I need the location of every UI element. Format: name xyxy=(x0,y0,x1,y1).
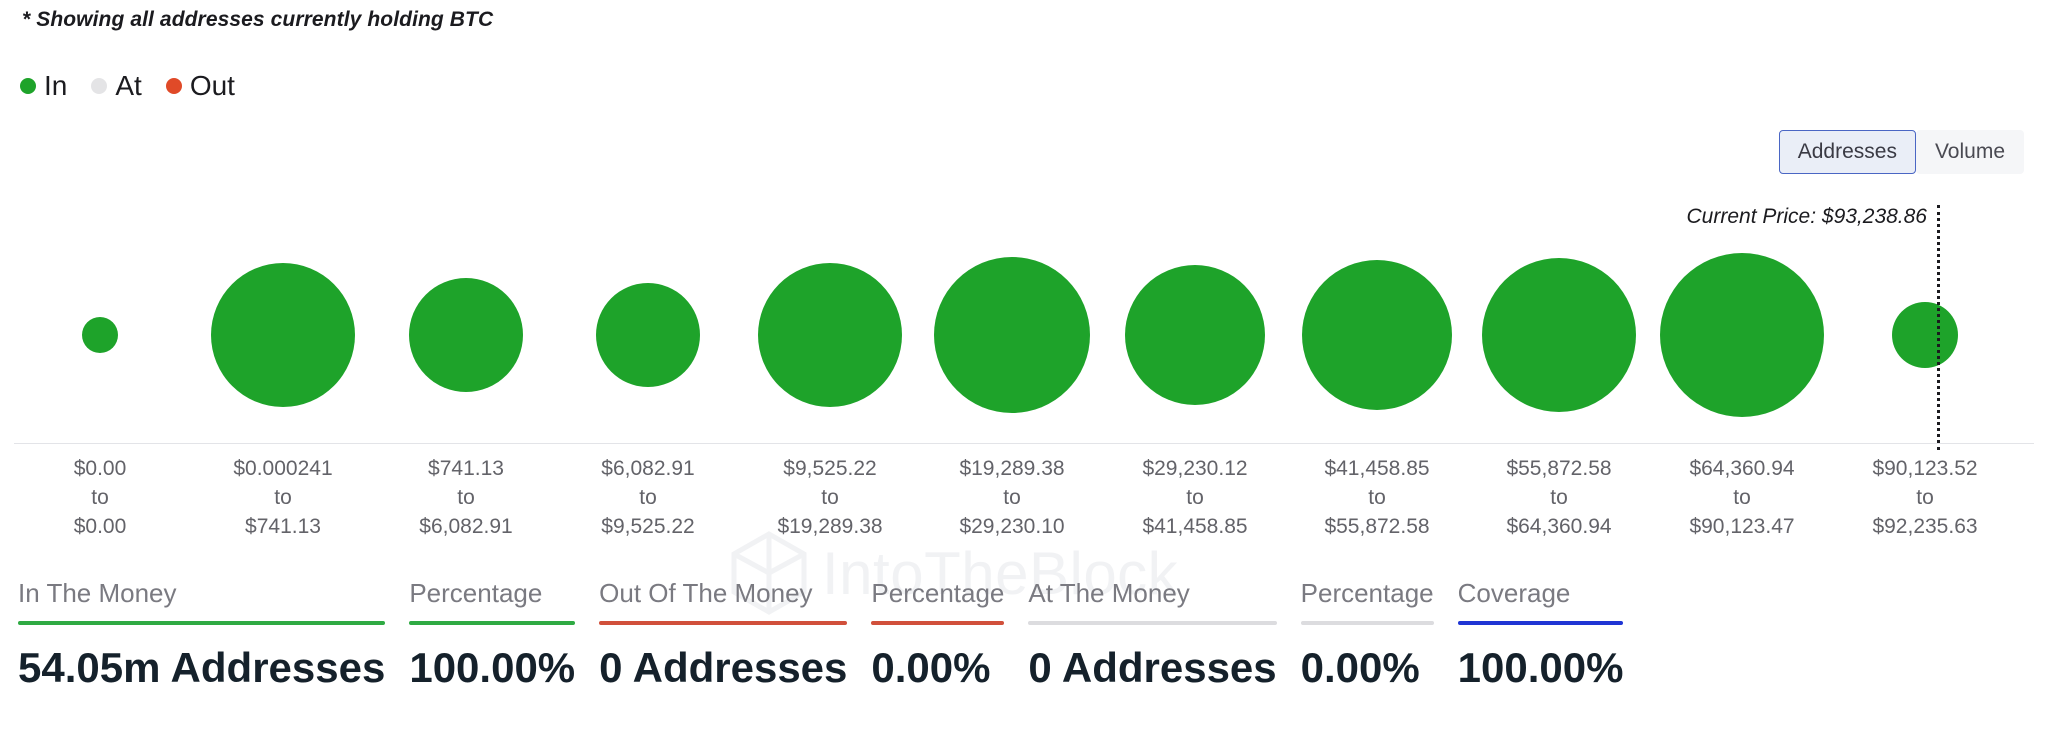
stat-at-the-money-value: 0 Addresses xyxy=(1028,644,1277,691)
stat-in-the-money-value: 54.05m Addresses xyxy=(18,644,386,691)
x-axis-label-3-line1: $6,082.91 xyxy=(601,457,695,480)
bubble-3[interactable] xyxy=(596,283,700,387)
current-price-label: Current Price: $93,238.86 xyxy=(1686,205,1927,228)
x-axis-label-1: $0.000241 to $741.13 xyxy=(233,455,332,542)
stat-out-of-the-money-label: Out Of The Money xyxy=(599,578,813,608)
x-axis-label-7-line3: $55,872.58 xyxy=(1324,514,1430,538)
x-axis-line xyxy=(14,443,2034,444)
toggle-addresses[interactable]: Addresses xyxy=(1778,130,1916,174)
x-axis-labels: $0.00 to $0.00 $0.000241 to $741.13 $741.13 to $… xyxy=(0,455,2048,545)
stat-in-the-money: In The Money 54.05m Addresses xyxy=(18,578,386,691)
current-price-marker-line xyxy=(1937,205,1940,450)
legend-in-label: In xyxy=(44,70,68,101)
legend-out-label: Out xyxy=(189,70,235,101)
stat-in-the-money-label: In The Money xyxy=(18,578,177,608)
x-axis-label-5-line1: $19,289.38 xyxy=(959,457,1065,480)
legend-in[interactable]: In xyxy=(20,72,67,100)
bubble-7[interactable] xyxy=(1302,260,1452,410)
stat-in-the-money-percentage-value: 100.00% xyxy=(409,644,576,691)
stat-at-the-money-percentage-label: Percentage xyxy=(1300,578,1434,608)
metric-toggle-group[interactable]: Addresses Volume xyxy=(1778,130,2024,174)
stat-in-the-money-percentage-label: Percentage xyxy=(409,578,543,608)
bubble-0[interactable] xyxy=(82,317,118,353)
bitcoin-in-out-of-money-chart: * Showing all addresses currently holdin… xyxy=(0,0,2048,737)
x-axis-label-2: $741.13 to $6,082.91 xyxy=(419,455,512,542)
stat-out-of-the-money-value: 0 Addresses xyxy=(599,644,848,691)
bubble-plot: IntoTheBlock Current Price: $93,238.86 xyxy=(0,195,2048,615)
x-axis-label-8-line2: to xyxy=(1550,485,1568,509)
bubble-9[interactable] xyxy=(1660,253,1824,417)
stat-out-of-the-money-percentage: Percentage 0.00% xyxy=(871,578,1005,691)
toggle-volume[interactable]: Volume xyxy=(1915,130,2024,174)
x-axis-label-10-line1: $90,123.52 xyxy=(1872,457,1978,480)
x-axis-label-9-line2: to xyxy=(1733,485,1751,509)
stat-at-the-money-percentage-value: 0.00% xyxy=(1300,644,1420,691)
x-axis-label-8-line3: $64,360.94 xyxy=(1506,514,1612,538)
bubble-5[interactable] xyxy=(934,257,1090,413)
legend-out-dot-icon xyxy=(165,78,182,94)
chart-note: * Showing all addresses currently holdin… xyxy=(22,8,494,31)
x-axis-label-5: $19,289.38 to $29,230.10 xyxy=(959,455,1064,542)
legend-at-dot-icon xyxy=(91,78,108,94)
bubble-2[interactable] xyxy=(409,278,523,392)
x-axis-label-6-line2: to xyxy=(1186,485,1204,509)
x-axis-label-4-line2: to xyxy=(821,485,839,509)
x-axis-label-7-line1: $41,458.85 xyxy=(1324,457,1430,480)
stat-in-the-money-percentage: Percentage 100.00% xyxy=(409,578,576,691)
x-axis-label-3-line3: $9,525.22 xyxy=(601,514,695,538)
x-axis-label-5-line3: $29,230.10 xyxy=(959,514,1065,538)
x-axis-label-8-line1: $55,872.58 xyxy=(1506,457,1612,480)
stat-coverage-value: 100.00% xyxy=(1457,644,1624,691)
stat-out-of-the-money: Out Of The Money 0 Addresses xyxy=(599,578,848,691)
legend-in-dot-icon xyxy=(20,78,36,94)
x-axis-label-10-line3: $92,235.63 xyxy=(1872,514,1978,538)
legend-at-label: At xyxy=(115,70,142,101)
x-axis-label-7-line2: to xyxy=(1368,485,1386,509)
stat-at-the-money-percentage: Percentage 0.00% xyxy=(1300,578,1434,691)
x-axis-label-3: $6,082.91 to $9,525.22 xyxy=(601,455,694,542)
bubble-4[interactable] xyxy=(758,263,902,407)
stat-out-of-the-money-percentage-label: Percentage xyxy=(871,578,1005,608)
x-axis-label-0-line1: $0.00 xyxy=(73,457,127,480)
x-axis-label-1-line2: to xyxy=(274,485,292,509)
x-axis-label-7: $41,458.85 to $55,872.58 xyxy=(1324,455,1429,542)
x-axis-label-2-line3: $6,082.91 xyxy=(419,514,513,538)
x-axis-label-4: $9,525.22 to $19,289.38 xyxy=(777,455,882,542)
x-axis-label-0-line2: to xyxy=(91,485,109,509)
x-axis-label-2-line1: $741.13 xyxy=(428,457,504,480)
x-axis-label-8: $55,872.58 to $64,360.94 xyxy=(1506,455,1611,542)
x-axis-label-3-line2: to xyxy=(639,485,657,509)
x-axis-label-4-line1: $9,525.22 xyxy=(783,457,877,480)
bubble-1[interactable] xyxy=(211,263,355,407)
stat-at-the-money: At The Money 0 Addresses xyxy=(1028,578,1277,691)
x-axis-label-6-line3: $41,458.85 xyxy=(1142,514,1248,538)
bubble-6[interactable] xyxy=(1125,265,1265,405)
x-axis-label-9-line1: $64,360.94 xyxy=(1689,457,1795,480)
legend-out[interactable]: Out xyxy=(165,70,235,101)
x-axis-label-2-line2: to xyxy=(457,485,475,509)
stat-out-of-the-money-percentage-value: 0.00% xyxy=(871,644,991,691)
x-axis-label-4-line3: $19,289.38 xyxy=(777,514,883,538)
x-axis-label-5-line2: to xyxy=(1003,485,1021,509)
x-axis-label-0: $0.00 to $0.00 xyxy=(74,455,127,542)
x-axis-label-1-line3: $741.13 xyxy=(245,514,321,538)
x-axis-label-6: $29,230.12 to $41,458.85 xyxy=(1142,455,1247,542)
bubble-10[interactable] xyxy=(1892,302,1958,368)
x-axis-label-9-line3: $90,123.47 xyxy=(1689,514,1795,538)
stat-coverage-label: Coverage xyxy=(1457,578,1571,608)
bubble-8[interactable] xyxy=(1482,258,1636,412)
stat-coverage: Coverage 100.00% xyxy=(1457,578,1624,691)
x-axis-label-6-line1: $29,230.12 xyxy=(1142,457,1248,480)
x-axis-label-10-line2: to xyxy=(1916,485,1934,509)
x-axis-label-10: $90,123.52 to $92,235.63 xyxy=(1872,455,1977,542)
summary-stats: In The Money 54.05m Addresses Percentage 10… xyxy=(0,580,2048,737)
x-axis-label-9: $64,360.94 to $90,123.47 xyxy=(1689,455,1794,542)
x-axis-label-1-line1: $0.000241 xyxy=(233,457,333,480)
legend-at[interactable]: At xyxy=(91,70,142,101)
chart-legend: In At Out xyxy=(20,72,249,100)
x-axis-label-0-line3: $0.00 xyxy=(73,514,127,538)
stat-at-the-money-label: At The Money xyxy=(1028,578,1190,608)
